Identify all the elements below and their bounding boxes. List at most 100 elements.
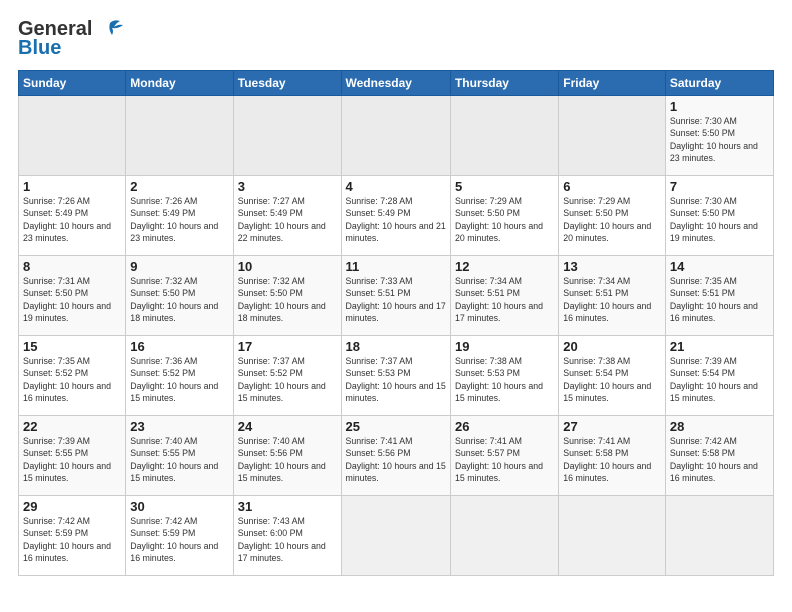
calendar-day-cell — [233, 96, 341, 176]
day-of-week-header: Tuesday — [233, 71, 341, 96]
day-info: Sunrise: 7:28 AMSunset: 5:49 PMDaylight:… — [346, 195, 446, 244]
calendar-day-cell: 28Sunrise: 7:42 AMSunset: 5:58 PMDayligh… — [665, 416, 773, 496]
calendar-day-cell — [450, 96, 558, 176]
day-number: 29 — [23, 499, 121, 514]
calendar-day-cell: 14Sunrise: 7:35 AMSunset: 5:51 PMDayligh… — [665, 256, 773, 336]
day-info: Sunrise: 7:33 AMSunset: 5:51 PMDaylight:… — [346, 275, 446, 324]
logo-blue: Blue — [18, 37, 61, 60]
calendar-day-cell: 13Sunrise: 7:34 AMSunset: 5:51 PMDayligh… — [559, 256, 666, 336]
calendar-day-cell: 16Sunrise: 7:36 AMSunset: 5:52 PMDayligh… — [126, 336, 233, 416]
day-number: 28 — [670, 419, 769, 434]
calendar-day-cell — [450, 496, 558, 576]
page: General Blue SundayMondayTuesdayWednesda… — [0, 0, 792, 612]
calendar-day-cell: 18Sunrise: 7:37 AMSunset: 5:53 PMDayligh… — [341, 336, 450, 416]
calendar-day-cell — [341, 496, 450, 576]
day-number: 17 — [238, 339, 337, 354]
day-info: Sunrise: 7:26 AMSunset: 5:49 PMDaylight:… — [23, 195, 121, 244]
calendar-day-cell: 2Sunrise: 7:26 AMSunset: 5:49 PMDaylight… — [126, 176, 233, 256]
day-of-week-header: Sunday — [19, 71, 126, 96]
calendar-day-cell: 8Sunrise: 7:31 AMSunset: 5:50 PMDaylight… — [19, 256, 126, 336]
calendar-day-cell: 24Sunrise: 7:40 AMSunset: 5:56 PMDayligh… — [233, 416, 341, 496]
day-number: 13 — [563, 259, 661, 274]
calendar-day-cell: 7Sunrise: 7:30 AMSunset: 5:50 PMDaylight… — [665, 176, 773, 256]
day-info: Sunrise: 7:37 AMSunset: 5:52 PMDaylight:… — [238, 355, 337, 404]
calendar-day-cell: 5Sunrise: 7:29 AMSunset: 5:50 PMDaylight… — [450, 176, 558, 256]
day-number: 26 — [455, 419, 554, 434]
day-info: Sunrise: 7:34 AMSunset: 5:51 PMDaylight:… — [563, 275, 661, 324]
calendar-week-row: 29Sunrise: 7:42 AMSunset: 5:59 PMDayligh… — [19, 496, 774, 576]
day-info: Sunrise: 7:40 AMSunset: 5:56 PMDaylight:… — [238, 435, 337, 484]
calendar-day-cell: 4Sunrise: 7:28 AMSunset: 5:49 PMDaylight… — [341, 176, 450, 256]
calendar-day-cell: 21Sunrise: 7:39 AMSunset: 5:54 PMDayligh… — [665, 336, 773, 416]
day-of-week-header: Thursday — [450, 71, 558, 96]
day-number: 14 — [670, 259, 769, 274]
day-number: 23 — [130, 419, 228, 434]
day-of-week-header: Wednesday — [341, 71, 450, 96]
day-number: 5 — [455, 179, 554, 194]
calendar-day-cell: 23Sunrise: 7:40 AMSunset: 5:55 PMDayligh… — [126, 416, 233, 496]
day-number: 9 — [130, 259, 228, 274]
calendar-day-cell — [559, 96, 666, 176]
calendar-week-row: 1Sunrise: 7:26 AMSunset: 5:49 PMDaylight… — [19, 176, 774, 256]
calendar-day-cell: 31Sunrise: 7:43 AMSunset: 6:00 PMDayligh… — [233, 496, 341, 576]
day-info: Sunrise: 7:42 AMSunset: 5:59 PMDaylight:… — [23, 515, 121, 564]
day-of-week-header: Friday — [559, 71, 666, 96]
day-info: Sunrise: 7:35 AMSunset: 5:52 PMDaylight:… — [23, 355, 121, 404]
day-info: Sunrise: 7:41 AMSunset: 5:57 PMDaylight:… — [455, 435, 554, 484]
calendar-day-cell: 12Sunrise: 7:34 AMSunset: 5:51 PMDayligh… — [450, 256, 558, 336]
day-info: Sunrise: 7:32 AMSunset: 5:50 PMDaylight:… — [238, 275, 337, 324]
day-number: 22 — [23, 419, 121, 434]
day-number: 24 — [238, 419, 337, 434]
calendar-day-cell: 19Sunrise: 7:38 AMSunset: 5:53 PMDayligh… — [450, 336, 558, 416]
day-number: 12 — [455, 259, 554, 274]
calendar-day-cell — [19, 96, 126, 176]
calendar-day-cell: 20Sunrise: 7:38 AMSunset: 5:54 PMDayligh… — [559, 336, 666, 416]
day-number: 1 — [23, 179, 121, 194]
day-info: Sunrise: 7:32 AMSunset: 5:50 PMDaylight:… — [130, 275, 228, 324]
day-number: 15 — [23, 339, 121, 354]
calendar-week-row: 15Sunrise: 7:35 AMSunset: 5:52 PMDayligh… — [19, 336, 774, 416]
calendar-week-row: 22Sunrise: 7:39 AMSunset: 5:55 PMDayligh… — [19, 416, 774, 496]
calendar-day-cell: 9Sunrise: 7:32 AMSunset: 5:50 PMDaylight… — [126, 256, 233, 336]
day-number: 19 — [455, 339, 554, 354]
day-number: 20 — [563, 339, 661, 354]
day-info: Sunrise: 7:37 AMSunset: 5:53 PMDaylight:… — [346, 355, 446, 404]
calendar-day-cell: 11Sunrise: 7:33 AMSunset: 5:51 PMDayligh… — [341, 256, 450, 336]
calendar-day-cell: 6Sunrise: 7:29 AMSunset: 5:50 PMDaylight… — [559, 176, 666, 256]
day-number: 8 — [23, 259, 121, 274]
calendar-table: SundayMondayTuesdayWednesdayThursdayFrid… — [18, 70, 774, 576]
day-info: Sunrise: 7:31 AMSunset: 5:50 PMDaylight:… — [23, 275, 121, 324]
day-info: Sunrise: 7:30 AMSunset: 5:50 PMDaylight:… — [670, 195, 769, 244]
day-info: Sunrise: 7:26 AMSunset: 5:49 PMDaylight:… — [130, 195, 228, 244]
day-number: 16 — [130, 339, 228, 354]
day-number: 30 — [130, 499, 228, 514]
calendar-day-cell: 1Sunrise: 7:26 AMSunset: 5:49 PMDaylight… — [19, 176, 126, 256]
day-number: 3 — [238, 179, 337, 194]
day-info: Sunrise: 7:41 AMSunset: 5:56 PMDaylight:… — [346, 435, 446, 484]
calendar-day-cell: 3Sunrise: 7:27 AMSunset: 5:49 PMDaylight… — [233, 176, 341, 256]
day-number: 2 — [130, 179, 228, 194]
day-info: Sunrise: 7:36 AMSunset: 5:52 PMDaylight:… — [130, 355, 228, 404]
day-number: 6 — [563, 179, 661, 194]
day-of-week-header: Monday — [126, 71, 233, 96]
day-number: 7 — [670, 179, 769, 194]
day-info: Sunrise: 7:35 AMSunset: 5:51 PMDaylight:… — [670, 275, 769, 324]
day-info: Sunrise: 7:29 AMSunset: 5:50 PMDaylight:… — [455, 195, 554, 244]
calendar-day-cell — [341, 96, 450, 176]
day-number: 31 — [238, 499, 337, 514]
calendar-day-cell: 10Sunrise: 7:32 AMSunset: 5:50 PMDayligh… — [233, 256, 341, 336]
calendar-week-row: 8Sunrise: 7:31 AMSunset: 5:50 PMDaylight… — [19, 256, 774, 336]
day-of-week-header: Saturday — [665, 71, 773, 96]
calendar-day-cell: 25Sunrise: 7:41 AMSunset: 5:56 PMDayligh… — [341, 416, 450, 496]
calendar-day-cell: 27Sunrise: 7:41 AMSunset: 5:58 PMDayligh… — [559, 416, 666, 496]
day-info: Sunrise: 7:34 AMSunset: 5:51 PMDaylight:… — [455, 275, 554, 324]
day-info: Sunrise: 7:42 AMSunset: 5:59 PMDaylight:… — [130, 515, 228, 564]
day-info: Sunrise: 7:30 AMSunset: 5:50 PMDaylight:… — [670, 115, 769, 164]
calendar-day-cell: 1Sunrise: 7:30 AMSunset: 5:50 PMDaylight… — [665, 96, 773, 176]
header: General Blue — [18, 18, 774, 60]
calendar-day-cell: 15Sunrise: 7:35 AMSunset: 5:52 PMDayligh… — [19, 336, 126, 416]
calendar-day-cell: 29Sunrise: 7:42 AMSunset: 5:59 PMDayligh… — [19, 496, 126, 576]
calendar-day-cell: 22Sunrise: 7:39 AMSunset: 5:55 PMDayligh… — [19, 416, 126, 496]
day-info: Sunrise: 7:40 AMSunset: 5:55 PMDaylight:… — [130, 435, 228, 484]
day-info: Sunrise: 7:42 AMSunset: 5:58 PMDaylight:… — [670, 435, 769, 484]
